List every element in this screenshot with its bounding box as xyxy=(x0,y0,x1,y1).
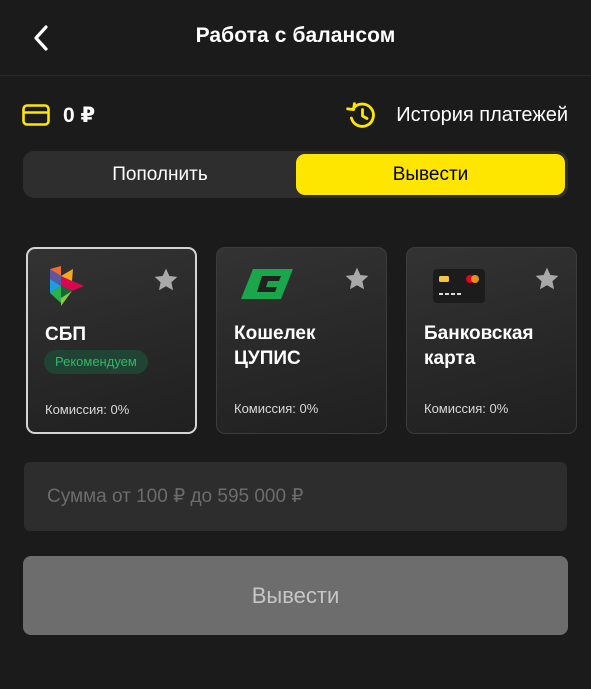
withdraw-submit-button[interactable]: Вывести xyxy=(23,556,568,635)
deposit-withdraw-switch: Пополнить Вывести xyxy=(23,151,568,198)
method-commission: Комиссия: 0% xyxy=(234,401,319,416)
page-title: Работа с балансом xyxy=(195,24,396,47)
tab-withdraw[interactable]: Вывести xyxy=(296,154,565,195)
method-commission: Комиссия: 0% xyxy=(45,402,130,417)
sbp-logo-icon xyxy=(50,266,84,306)
method-title: Кошелек ЦУПИС xyxy=(234,323,316,369)
favorite-star-icon[interactable] xyxy=(153,267,179,293)
top-bar: Работа с балансом xyxy=(0,0,591,76)
tab-deposit[interactable]: Пополнить xyxy=(26,154,294,195)
method-card-sbp[interactable]: СБП Рекомендуем Комиссия: 0% xyxy=(26,247,197,434)
history-label: История платежей xyxy=(396,103,568,126)
method-commission: Комиссия: 0% xyxy=(424,401,509,416)
card-icon xyxy=(22,104,50,126)
balance-amount: 0 ₽ xyxy=(63,103,96,127)
bank-card-icon xyxy=(433,269,485,303)
method-card-cupis-wallet[interactable]: Кошелек ЦУПИС Комиссия: 0% xyxy=(216,247,387,434)
method-card-bank-card[interactable]: Банковская карта Комиссия: 0% xyxy=(406,247,577,434)
favorite-star-icon[interactable] xyxy=(534,266,560,292)
balance-display: 0 ₽ xyxy=(22,100,95,130)
method-title: Банковская карта xyxy=(424,323,534,369)
method-title: СБП xyxy=(45,324,87,345)
amount-input[interactable] xyxy=(24,462,567,531)
history-icon xyxy=(346,102,376,128)
recommended-badge: Рекомендуем xyxy=(44,350,148,374)
payment-history-link[interactable]: История платежей xyxy=(346,97,568,133)
cupis-logo-icon xyxy=(241,269,293,299)
favorite-star-icon[interactable] xyxy=(344,266,370,292)
